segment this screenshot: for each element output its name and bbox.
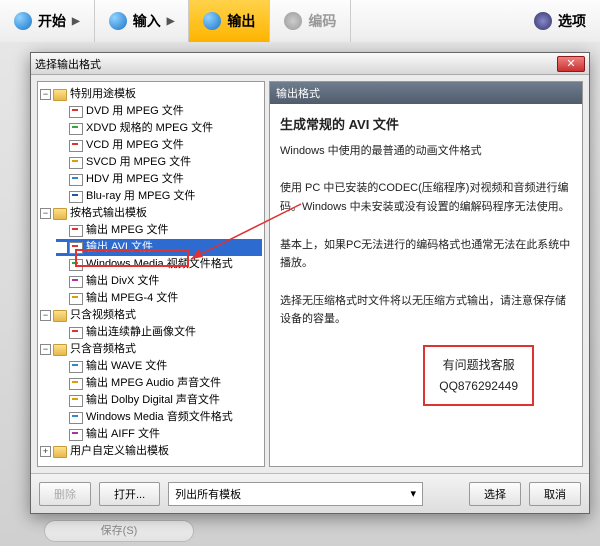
format-tree[interactable]: −特别用途模板DVD 用 MPEG 文件XDVD 规格的 MPEG 文件VCD … [37,81,265,467]
format-desc: 基本上，如果PC无法进行的编码格式也通常无法在此系统中播放。 [280,236,572,273]
main-tabbar: 开始▶ 输入▶ 输出 编码 选项 [0,0,600,42]
tree-item[interactable]: 输出 DivX 文件 [56,273,262,290]
dialog-titlebar: 选择输出格式 ✕ [31,53,589,75]
film-icon [284,12,302,30]
tree-item[interactable]: Windows Media 视频文件格式 [56,256,262,273]
panel-content: 生成常规的 AVI 文件 Windows 中使用的最普通的动画文件格式 使用 P… [270,104,582,466]
select-button[interactable]: 选择 [469,482,521,506]
folder-icon [53,89,67,101]
file-icon [69,412,83,424]
panel-header: 输出格式 [270,82,582,104]
tree-item[interactable]: 输出 Dolby Digital 声音文件 [56,392,262,409]
tree-item[interactable]: DVD 用 MPEG 文件 [56,103,262,120]
file-icon [69,191,83,203]
wrench-icon [534,12,552,30]
output-format-dialog: 选择输出格式 ✕ −特别用途模板DVD 用 MPEG 文件XDVD 规格的 MP… [30,52,590,514]
support-box: 有问题找客服 QQ876292449 [423,345,534,406]
file-icon [69,140,83,152]
tree-folder[interactable]: −只含视频格式 [40,307,262,324]
folder-icon [53,446,67,458]
file-icon [69,395,83,407]
tab-options[interactable]: 选项 [520,0,600,42]
tree-item[interactable]: Blu-ray 用 MPEG 文件 [56,188,262,205]
file-icon [69,242,83,254]
open-button[interactable]: 打开... [99,482,160,506]
description-panel: 输出格式 生成常规的 AVI 文件 Windows 中使用的最普通的动画文件格式… [269,81,583,467]
file-icon [69,361,83,373]
tree-folder[interactable]: +用户自定义输出模板 [40,443,262,460]
cancel-button[interactable]: 取消 [529,482,581,506]
file-icon [69,106,83,118]
folder-icon [53,208,67,220]
tree-item[interactable]: 输出 MPEG 文件 [56,222,262,239]
tab-encode[interactable]: 编码 [270,0,351,42]
tree-item[interactable]: 输出 MPEG-4 文件 [56,290,262,307]
tree-item[interactable]: Windows Media 音频文件格式 [56,409,262,426]
tree-folder[interactable]: −只含音频格式 [40,341,262,358]
tab-input[interactable]: 输入▶ [95,0,190,42]
format-desc: Windows 中使用的最普通的动画文件格式 [280,142,572,161]
file-icon [69,123,83,135]
save-button-bg[interactable]: 保存(S) [44,520,194,542]
file-icon [69,259,83,271]
tab-output[interactable]: 输出 [189,0,270,42]
tree-item[interactable]: 输出 AVI 文件 [56,239,262,256]
tree-item[interactable]: 输出 AIFF 文件 [56,426,262,443]
dialog-footer: 删除 打开... 列出所有模板 ▾ 选择 取消 [31,473,589,513]
close-button[interactable]: ✕ [557,56,585,72]
tree-folder[interactable]: −特别用途模板 [40,86,262,103]
tabbar-filler [351,0,520,42]
play-icon [14,12,32,30]
file-icon [69,225,83,237]
file-icon [69,378,83,390]
tree-item[interactable]: 输出 MPEG Audio 声音文件 [56,375,262,392]
delete-button: 删除 [39,482,91,506]
tree-folder[interactable]: −按格式输出模板 [40,205,262,222]
reel-icon [109,12,127,30]
template-filter-combo[interactable]: 列出所有模板 ▾ [168,482,423,506]
file-icon [69,157,83,169]
tab-start[interactable]: 开始▶ [0,0,95,42]
file-icon [69,276,83,288]
tree-item[interactable]: 输出连续静止画像文件 [56,324,262,341]
folder-icon [53,310,67,322]
folder-icon [53,344,67,356]
tree-item[interactable]: HDV 用 MPEG 文件 [56,171,262,188]
tree-item[interactable]: VCD 用 MPEG 文件 [56,137,262,154]
file-icon [69,174,83,186]
chevron-down-icon: ▾ [410,487,416,500]
dialog-title: 选择输出格式 [35,56,101,72]
format-desc: 使用 PC 中已安装的CODEC(压缩程序)对视频和音频进行编码。Windows… [280,179,572,216]
tree-item[interactable]: 输出 WAVE 文件 [56,358,262,375]
file-icon [69,327,83,339]
file-icon [69,293,83,305]
file-icon [69,429,83,441]
tree-item[interactable]: XDVD 规格的 MPEG 文件 [56,120,262,137]
format-title: 生成常规的 AVI 文件 [280,114,572,136]
tree-item[interactable]: SVCD 用 MPEG 文件 [56,154,262,171]
format-desc: 选择无压缩格式时文件将以无压缩方式输出，请注意保存储设备的容量。 [280,292,572,329]
reel-icon [203,12,221,30]
